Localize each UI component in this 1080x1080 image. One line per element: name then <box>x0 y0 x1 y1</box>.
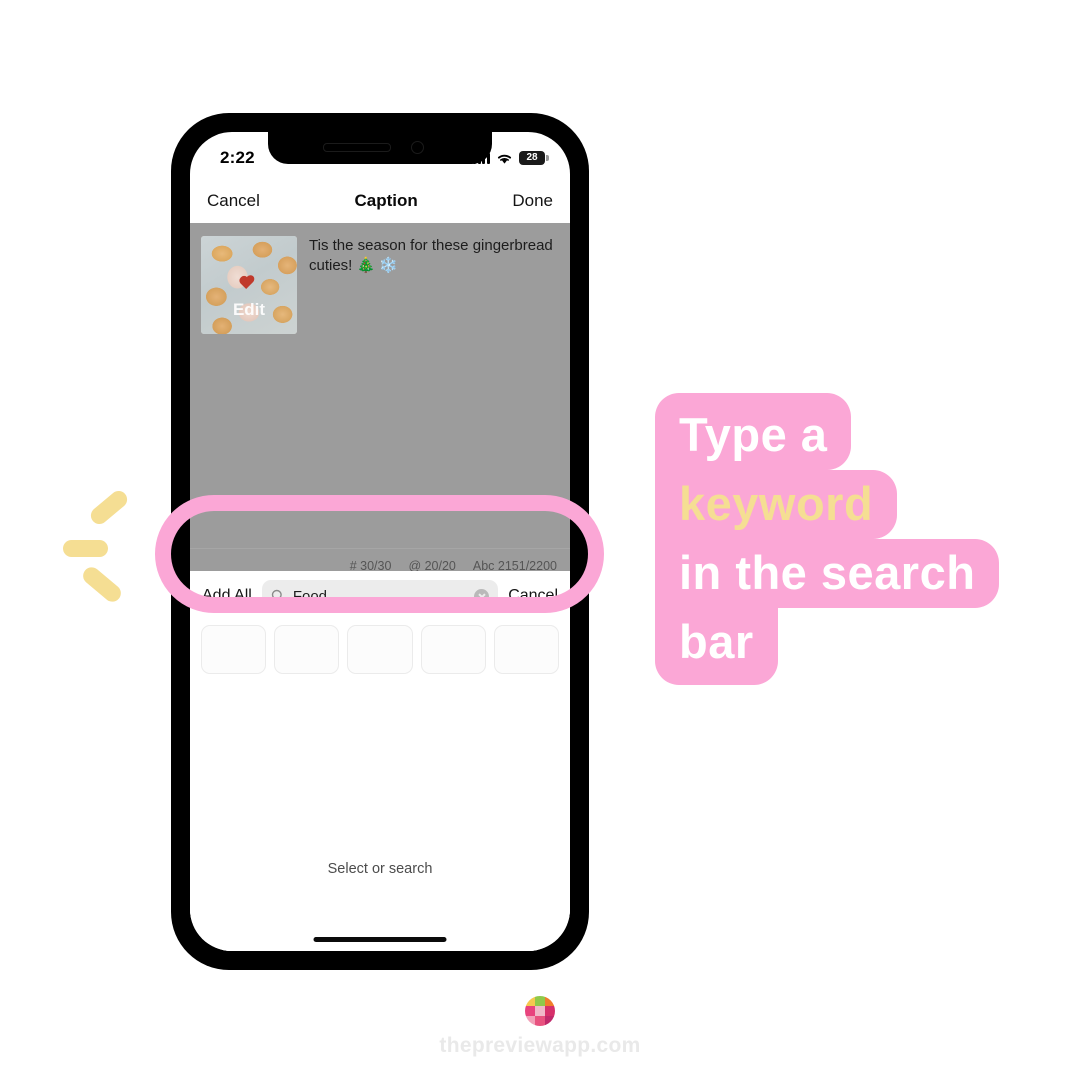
caption-text[interactable]: Tis the season for these gingerbread cut… <box>309 236 556 276</box>
hashtag-group-chip[interactable] <box>274 625 340 674</box>
add-all-button[interactable]: Add All <box>202 587 252 605</box>
sparkle-dash <box>87 487 131 528</box>
logo-tile <box>525 996 535 1006</box>
caption-nav-bar: Cancel Caption Done <box>190 178 570 223</box>
wifi-icon <box>497 154 512 164</box>
done-button[interactable]: Done <box>512 191 553 211</box>
battery-level: 28 <box>526 152 538 163</box>
sparkle-dash <box>63 540 108 557</box>
hashtag-search-sheet: Add All Food Cancel Select or search <box>190 571 570 951</box>
clear-search-icon[interactable] <box>474 588 490 604</box>
earpiece-speaker-icon <box>323 143 391 152</box>
thumbnail-edit-label[interactable]: Edit <box>201 300 297 320</box>
phone-mockup: 2:22 28 Cancel Caption Done Edit Tis the… <box>171 113 589 970</box>
phone-screen: 2:22 28 Cancel Caption Done Edit Tis the… <box>190 132 570 951</box>
instruction-callout: Type a keyword in the search bar <box>655 393 1000 685</box>
logo-tile <box>545 1006 555 1016</box>
phone-notch <box>268 132 492 164</box>
home-indicator <box>313 937 447 942</box>
search-cancel-button[interactable]: Cancel <box>508 587 558 605</box>
hashtag-group-chip[interactable] <box>420 625 486 674</box>
caption-input-area[interactable]: Edit Tis the season for these gingerbrea… <box>190 223 570 548</box>
search-bar-row: Add All Food Cancel <box>190 571 570 621</box>
logo-tile <box>545 996 555 1006</box>
preview-app-logo <box>525 996 555 1026</box>
hashtag-group-chip[interactable] <box>347 625 413 674</box>
page-title: Caption <box>354 190 418 210</box>
logo-tile <box>525 1006 535 1016</box>
front-camera-icon <box>411 141 424 154</box>
search-input[interactable]: Food <box>261 579 499 613</box>
battery-icon: 28 <box>519 151 549 165</box>
magnifier-icon <box>271 589 285 603</box>
logo-tile <box>535 1006 545 1016</box>
callout-line-accent: keyword <box>655 470 898 539</box>
branding-url: thepreviewapp.com <box>439 1034 641 1057</box>
hashtag-group-chip[interactable] <box>201 625 267 674</box>
logo-tile <box>525 1016 535 1026</box>
callout-line: Type a <box>655 393 852 470</box>
empty-state-message: Select or search <box>327 861 433 877</box>
emphasis-sparkle-marks <box>62 487 172 617</box>
logo-tile <box>535 1016 545 1026</box>
hashtag-group-chips <box>190 621 570 674</box>
callout-line: bar <box>655 608 778 685</box>
post-thumbnail[interactable]: Edit <box>201 236 297 334</box>
search-input-value[interactable]: Food <box>293 588 466 605</box>
logo-tile <box>535 996 545 1006</box>
status-time: 2:22 <box>220 148 255 167</box>
sparkle-dash <box>79 563 125 606</box>
hashtag-group-chip[interactable] <box>493 625 560 674</box>
callout-line: in the search <box>655 539 1000 608</box>
cancel-button[interactable]: Cancel <box>207 191 260 211</box>
logo-tile <box>545 1016 555 1026</box>
branding: thepreviewapp.com <box>0 996 1080 1058</box>
